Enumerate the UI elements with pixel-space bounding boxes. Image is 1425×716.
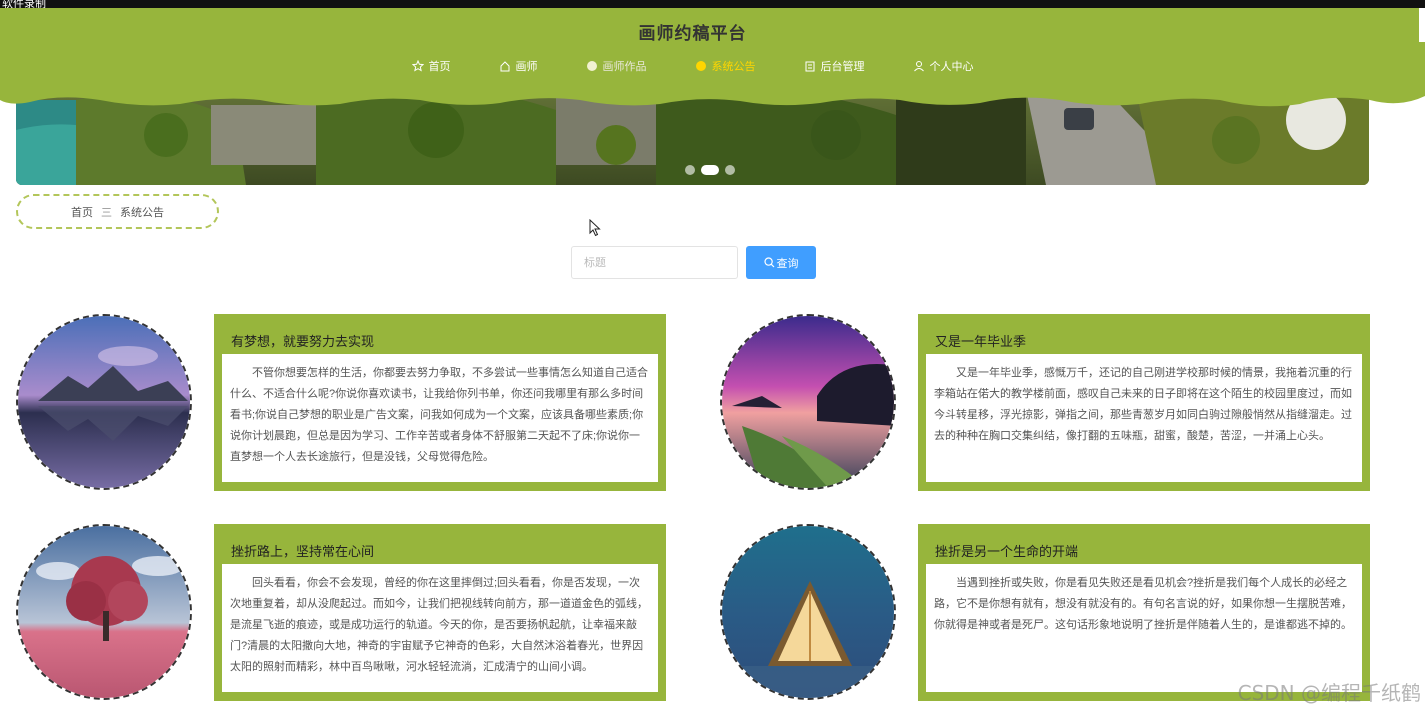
announcement-card[interactable]: 又是一年毕业季 又是一年毕业季，感慨万千，还记的自己刚进学校那时候的情景，我拖着… — [720, 314, 1372, 492]
mountain-lake-image — [18, 316, 190, 488]
announcement-thumbnail[interactable] — [16, 314, 192, 490]
nav-admin-label: 后台管理 — [820, 61, 865, 73]
nav-artworks-label: 画师作品 — [602, 61, 647, 73]
nav-artworks[interactable]: 画师作品 — [562, 58, 671, 74]
nav-artists[interactable]: 画师 — [475, 58, 562, 74]
pink-tree-image — [18, 526, 190, 698]
circle-icon — [586, 61, 597, 71]
announcement-box: 挫折路上，坚持常在心间 回头看看，你会不会发现，曾经的你在这里摔倒过;回头看看，… — [214, 524, 666, 701]
recording-label: 软件录制 — [0, 0, 1425, 8]
glowing-tent-image — [722, 526, 894, 698]
announcement-thumbnail[interactable] — [720, 524, 896, 700]
carousel-dot[interactable] — [725, 165, 735, 175]
circle-icon — [695, 61, 706, 71]
announcement-card[interactable]: 有梦想，就要努力去实现 不管你想要怎样的生活，你都要去努力争取，不多尝试一些事情… — [16, 314, 668, 492]
nav-announcements-label: 系统公告 — [711, 61, 756, 73]
nav-home-label: 首页 — [428, 61, 451, 73]
announcement-title[interactable]: 有梦想，就要努力去实现 — [231, 331, 374, 350]
announcement-box: 又是一年毕业季 又是一年毕业季，感慨万千，还记的自己刚进学校那时候的情景，我拖着… — [918, 314, 1370, 491]
search-icon — [763, 257, 774, 268]
carousel-dot-active[interactable] — [701, 165, 719, 175]
nav-announcements[interactable]: 系统公告 — [671, 58, 780, 74]
carousel-dot[interactable] — [685, 165, 695, 175]
main-nav: 首页 画师 画师作品 系统公告 后台管理 个人中心 — [0, 58, 1385, 74]
announcement-title[interactable]: 挫折路上，坚持常在心间 — [231, 541, 374, 560]
right-edge — [1419, 8, 1425, 42]
breadcrumb-current: 系统公告 — [120, 206, 164, 219]
announcement-thumbnail[interactable] — [16, 524, 192, 700]
announcement-thumbnail[interactable] — [720, 314, 896, 490]
announcement-content: 又是一年毕业季，感慨万千，还记的自己刚进学校那时候的情景，我拖着沉重的行李箱站在… — [926, 354, 1362, 482]
search-bar: 查询 — [571, 246, 816, 279]
announcement-box: 挫折是另一个生命的开端 当遇到挫折或失败，你是看见失败还是看见机会?挫折是我们每… — [918, 524, 1370, 701]
nav-profile[interactable]: 个人中心 — [889, 58, 998, 74]
announcement-content: 回头看看，你会不会发现，曾经的你在这里摔倒过;回头看看，你是否发现，一次次地重复… — [222, 564, 658, 692]
announcement-card[interactable]: 挫折路上，坚持常在心间 回头看看，你会不会发现，曾经的你在这里摔倒过;回头看看，… — [16, 524, 668, 702]
search-button[interactable]: 查询 — [746, 246, 816, 279]
coast-sunset-image — [722, 316, 894, 488]
star-icon — [411, 60, 424, 72]
announcement-box: 有梦想，就要努力去实现 不管你想要怎样的生活，你都要去努力争取，不多尝试一些事情… — [214, 314, 666, 491]
building-icon — [805, 61, 814, 72]
breadcrumb: 首页 三 系统公告 — [16, 194, 219, 229]
site-header: 画师约稿平台 首页 画师 画师作品 系统公告 后台管理 个人中心 — [0, 8, 1425, 108]
nav-profile-label: 个人中心 — [929, 61, 974, 73]
search-button-label: 查询 — [776, 257, 799, 270]
watermark: CSDN @编程千纸鹤 — [1237, 681, 1421, 705]
user-icon — [913, 61, 924, 72]
announcement-content: 当遇到挫折或失败，你是看见失败还是看见机会?挫折是我们每个人成长的必经之路，它不… — [926, 564, 1362, 692]
title-search-input[interactable] — [571, 246, 738, 279]
mouse-cursor-icon — [589, 219, 601, 237]
announcement-card[interactable]: 挫折是另一个生命的开端 当遇到挫折或失败，你是看见失败还是看见机会?挫折是我们每… — [720, 524, 1372, 702]
nav-artists-label: 画师 — [515, 61, 538, 73]
announcement-title[interactable]: 挫折是另一个生命的开端 — [935, 541, 1078, 560]
nav-admin[interactable]: 后台管理 — [780, 58, 889, 74]
nav-home[interactable]: 首页 — [388, 58, 475, 74]
site-title: 画师约稿平台 — [638, 24, 747, 43]
announcement-title[interactable]: 又是一年毕业季 — [935, 331, 1026, 350]
home-icon — [500, 61, 509, 72]
announcement-content: 不管你想要怎样的生活，你都要去努力争取，不多尝试一些事情怎么知道自己适合什么、不… — [222, 354, 658, 482]
breadcrumb-home[interactable]: 首页 — [71, 204, 93, 220]
breadcrumb-separator: 三 — [101, 206, 112, 219]
